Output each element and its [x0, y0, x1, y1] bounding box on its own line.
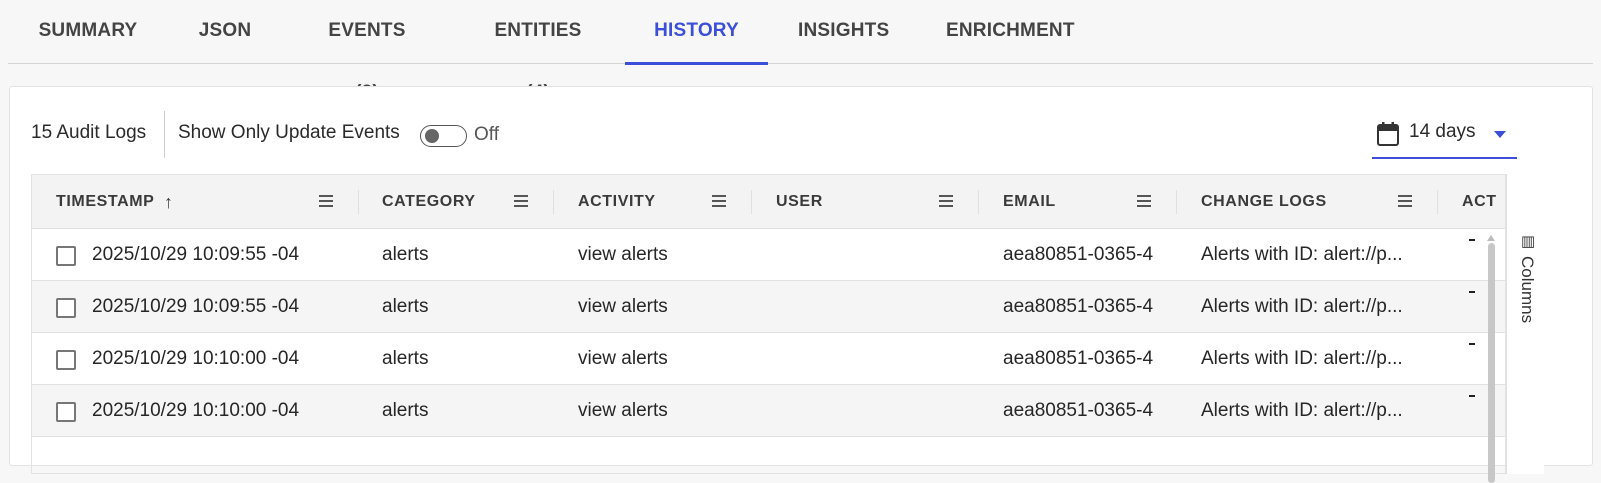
tab-json[interactable]: JSON: [198, 0, 252, 63]
calendar-icon: [1377, 122, 1399, 146]
tab-summary[interactable]: SUMMARY: [38, 0, 138, 63]
actions-cell: [1469, 343, 1475, 345]
columns-side-panel: ▥ Columns: [1506, 174, 1544, 474]
user-cell: [776, 333, 976, 385]
change-logs-cell: Alerts with ID: alert://p...: [1201, 244, 1403, 265]
column-divider[interactable]: [1437, 190, 1438, 214]
activity-cell: view alerts: [578, 244, 668, 265]
activity-cell: view alerts: [578, 348, 668, 369]
column-header-user[interactable]: USER: [776, 175, 896, 229]
tab-events[interactable]: EVENTS (3): [314, 0, 420, 103]
column-header-category[interactable]: CATEGORY: [382, 175, 502, 229]
date-range-select[interactable]: 14 days: [1372, 115, 1517, 159]
timestamp-cell: 2025/10/29 10:09:55 -04: [92, 244, 300, 265]
column-divider[interactable]: [751, 190, 752, 214]
user-cell: [776, 385, 976, 437]
tab-bar: SUMMARY JSON EVENTS (3) ENTITIES (4) HIS…: [8, 0, 1593, 103]
row-checkbox[interactable]: [56, 246, 76, 266]
timestamp-cell: 2025/10/29 10:09:55 -04: [92, 296, 300, 317]
change-logs-cell: Alerts with ID: alert://p...: [1201, 296, 1403, 317]
actions-cell: [1469, 395, 1475, 397]
email-cell: aea80851-0365-4: [1003, 296, 1154, 317]
tab-insights[interactable]: INSIGHTS: [798, 0, 889, 63]
column-menu-icon[interactable]: [514, 195, 528, 207]
audit-log-table: TIMESTAMP ↑ CATEGORY ACTIVITY USER EMAIL…: [31, 174, 1506, 474]
tab-history[interactable]: HISTORY: [625, 0, 768, 65]
column-header-actions[interactable]: ACT: [1462, 175, 1505, 229]
row-checkbox[interactable]: [56, 298, 76, 318]
sort-ascending-icon[interactable]: ↑: [164, 175, 180, 229]
activity-cell: view alerts: [578, 400, 668, 421]
column-menu-icon[interactable]: [712, 195, 726, 207]
category-cell: alerts: [382, 348, 429, 369]
column-header-activity[interactable]: ACTIVITY: [578, 175, 698, 229]
column-menu-icon[interactable]: [1137, 195, 1151, 207]
column-menu-icon[interactable]: [1398, 195, 1412, 207]
column-divider[interactable]: [978, 190, 979, 214]
table-row[interactable]: 2025/10/29 10:10:00 -04 alerts view aler…: [32, 333, 1505, 385]
email-cell: aea80851-0365-4: [1003, 348, 1154, 369]
actions-cell: [1469, 291, 1475, 293]
change-logs-cell: Alerts with ID: alert://p...: [1201, 400, 1403, 421]
toolbar-divider: [164, 111, 165, 158]
change-logs-cell: Alerts with ID: alert://p...: [1201, 348, 1403, 369]
table-row[interactable]: 2025/10/29 10:09:55 -04 alerts view aler…: [32, 229, 1505, 281]
timestamp-cell: 2025/10/29 10:10:00 -04: [92, 348, 300, 369]
category-cell: alerts: [382, 400, 429, 421]
columns-panel-toggle[interactable]: ▥ Columns: [1517, 232, 1537, 323]
email-cell: aea80851-0365-4: [1003, 400, 1154, 421]
toggle-state-label: Off: [474, 124, 499, 145]
column-divider[interactable]: [1176, 190, 1177, 214]
tab-entities[interactable]: ENTITIES (4): [480, 0, 596, 103]
category-cell: alerts: [382, 244, 429, 265]
actions-cell: [1469, 239, 1475, 241]
table-scrollbar[interactable]: [1488, 243, 1495, 483]
date-range-value: 14 days: [1409, 121, 1476, 142]
user-cell: [776, 281, 976, 333]
row-checkbox[interactable]: [56, 402, 76, 422]
column-header-timestamp[interactable]: TIMESTAMP: [56, 175, 166, 229]
column-divider[interactable]: [553, 190, 554, 214]
table-header: TIMESTAMP ↑ CATEGORY ACTIVITY USER EMAIL…: [32, 175, 1505, 229]
email-cell: aea80851-0365-4: [1003, 244, 1154, 265]
activity-cell: view alerts: [578, 296, 668, 317]
timestamp-cell: 2025/10/29 10:10:00 -04: [92, 400, 300, 421]
column-menu-icon[interactable]: [939, 195, 953, 207]
tab-enrichment[interactable]: ENRICHMENT: [946, 0, 1074, 63]
update-events-toggle[interactable]: [420, 125, 467, 147]
columns-icon: ▥: [1519, 232, 1536, 250]
scroll-up-arrow[interactable]: [1487, 235, 1495, 241]
column-menu-icon[interactable]: [319, 195, 333, 207]
table-row[interactable]: 2025/10/29 10:09:55 -04 alerts view aler…: [32, 281, 1505, 333]
category-cell: alerts: [382, 296, 429, 317]
update-events-toggle-label: Show Only Update Events: [178, 122, 400, 143]
column-header-change-logs[interactable]: CHANGE LOGS: [1201, 175, 1351, 229]
chevron-down-icon: [1494, 131, 1506, 138]
column-header-email[interactable]: EMAIL: [1003, 175, 1123, 229]
user-cell: [776, 229, 976, 281]
audit-log-count: 15 Audit Logs: [31, 122, 147, 143]
column-divider[interactable]: [358, 190, 359, 214]
columns-panel-label: Columns: [1518, 256, 1537, 324]
history-panel: 15 Audit Logs Show Only Update Events Of…: [9, 86, 1593, 483]
toggle-knob: [425, 129, 439, 143]
table-row[interactable]: 2025/10/29 10:10:00 -04 alerts view aler…: [32, 385, 1505, 437]
row-checkbox[interactable]: [56, 350, 76, 370]
